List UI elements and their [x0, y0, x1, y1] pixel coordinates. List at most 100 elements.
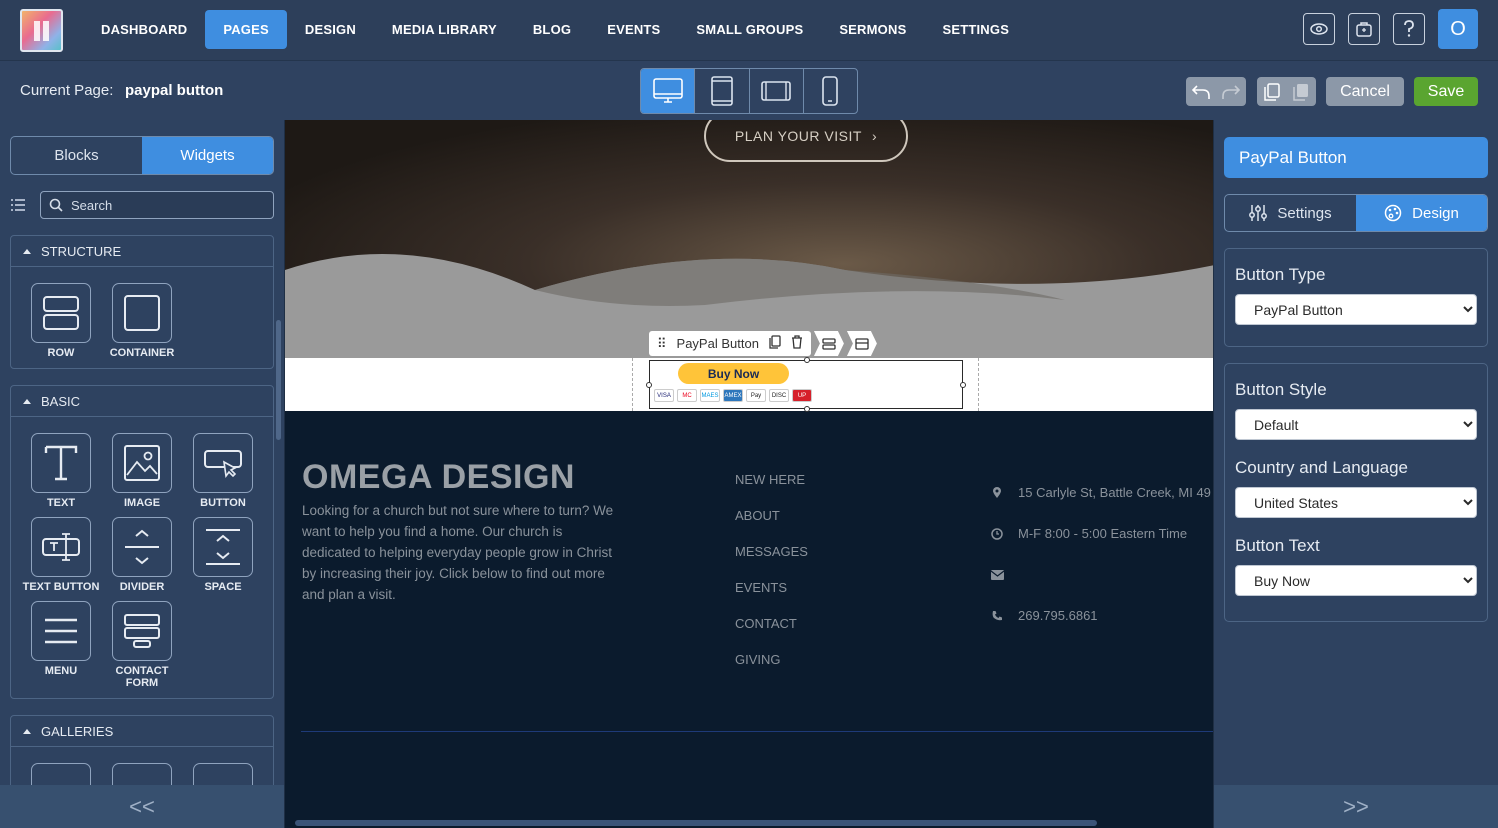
menu-icon	[31, 601, 91, 661]
widget-label: TEXT	[46, 497, 76, 509]
nav-blog[interactable]: BLOG	[515, 10, 589, 49]
parent-section-selector-icon[interactable]	[846, 331, 877, 356]
resize-handle-left[interactable]	[646, 382, 652, 388]
contact-hours: M-F 8:00 - 5:00 Eastern Time	[990, 513, 1211, 554]
nav-events[interactable]: EVENTS	[589, 10, 678, 49]
container-icon	[112, 283, 172, 343]
clock-icon	[990, 527, 1004, 540]
page-toolbar: Current Page: paypal button Cancel Save	[0, 60, 1498, 120]
widget-divider[interactable]: DIVIDER	[102, 517, 182, 593]
footer-link-giving[interactable]: GIVING	[735, 652, 808, 688]
unionpay-card-icon: UP	[792, 389, 812, 402]
nav-sermons[interactable]: SERMONS	[821, 10, 924, 49]
country-language-select[interactable]: United States	[1235, 487, 1477, 518]
marketplace-bag-icon[interactable]	[1348, 13, 1380, 45]
paypal-buy-now-button[interactable]: Buy Now	[678, 363, 789, 384]
tab-settings-label: Settings	[1277, 204, 1332, 222]
contact-form-icon	[112, 601, 172, 661]
footer-link-messages[interactable]: MESSAGES	[735, 544, 808, 580]
widget-container[interactable]: CONTAINER	[102, 283, 182, 359]
widget-text-button[interactable]: TEXT BUTTON	[21, 517, 101, 593]
paypal-widget[interactable]: Buy Now VISA MC MAES AMEX Pay DISC UP	[646, 357, 966, 412]
button-text-select[interactable]: Buy Now	[1235, 565, 1477, 596]
widget-row[interactable]: ROW	[21, 283, 101, 359]
widget-label: CONTACT FORM	[115, 665, 169, 689]
parent-row-selector-icon[interactable]	[813, 331, 844, 356]
widget-contact-form[interactable]: CONTACT FORM	[102, 601, 182, 689]
widget-button[interactable]: BUTTON	[183, 433, 263, 509]
paste-icon	[1293, 83, 1309, 101]
paste-button[interactable]	[1287, 77, 1317, 106]
mobile-view-button[interactable]	[804, 69, 857, 113]
tab-design-label: Design	[1412, 204, 1459, 222]
redo-button[interactable]	[1216, 77, 1246, 106]
footer-links: NEW HERE ABOUT MESSAGES EVENTS CONTACT G…	[735, 472, 808, 688]
canvas-horizontal-scrollbar[interactable]	[295, 820, 1097, 826]
app-logo[interactable]	[20, 9, 63, 52]
footer-link-new-here[interactable]: NEW HERE	[735, 472, 808, 508]
copy-button[interactable]	[1257, 77, 1287, 106]
footer-link-contact[interactable]: CONTACT	[735, 616, 808, 652]
apple-pay-icon: Pay	[746, 389, 766, 402]
plan-your-visit-button[interactable]: PLAN YOUR VISIT ›	[704, 120, 908, 162]
button-type-select[interactable]: PayPal Button	[1235, 294, 1477, 325]
resize-handle-bottom[interactable]	[804, 406, 810, 412]
divider-icon	[112, 517, 172, 577]
widget-menu[interactable]: MENU	[21, 601, 101, 677]
save-button[interactable]: Save	[1414, 77, 1478, 106]
drag-handle-icon[interactable]: ⠿	[657, 336, 667, 352]
resize-handle-right[interactable]	[960, 382, 966, 388]
desktop-view-button[interactable]	[641, 69, 696, 113]
widget-text[interactable]: TEXT	[21, 433, 101, 509]
page-canvas: PLAN YOUR VISIT › Buy Now VISA MC MAES A…	[284, 120, 1214, 828]
undo-button[interactable]	[1186, 77, 1216, 106]
section-title: BASIC	[41, 393, 81, 409]
delete-trash-icon[interactable]	[791, 335, 803, 352]
expand-right-panel-button[interactable]: >>	[1214, 785, 1498, 828]
undo-icon	[1191, 84, 1210, 99]
text-button-icon	[31, 517, 91, 577]
button-style-label: Button Style	[1235, 380, 1327, 399]
tablet-landscape-view-button[interactable]	[750, 69, 804, 113]
button-style-select[interactable]: Default	[1235, 409, 1477, 440]
tab-design[interactable]: Design	[1356, 195, 1487, 231]
widget-label: TEXT BUTTON	[22, 581, 100, 593]
nav-small-groups[interactable]: SMALL GROUPS	[678, 10, 821, 49]
collapse-left-panel-button[interactable]: <<	[0, 785, 284, 828]
hours-text: M-F 8:00 - 5:00 Eastern Time	[1018, 526, 1188, 541]
cancel-button[interactable]: Cancel	[1326, 77, 1404, 106]
help-question-icon[interactable]	[1393, 13, 1425, 45]
widget-image[interactable]: IMAGE	[102, 433, 182, 509]
properties-tabs: Settings Design	[1224, 194, 1488, 232]
nav-media-library[interactable]: MEDIA LIBRARY	[374, 10, 515, 49]
collapse-caret-icon	[23, 398, 31, 404]
nav-pages[interactable]: PAGES	[205, 10, 287, 49]
widget-sidebar: Blocks Widgets STRUCTURE ROW CONTAINER	[0, 120, 284, 828]
tablet-view-button[interactable]	[695, 69, 750, 113]
nav-design[interactable]: DESIGN	[287, 10, 374, 49]
properties-panel: PayPal Button Settings Design Button Typ…	[1214, 120, 1498, 828]
footer-link-events[interactable]: EVENTS	[735, 580, 808, 616]
tab-settings[interactable]: Settings	[1225, 195, 1356, 231]
section-galleries-header[interactable]: GALLERIES	[11, 716, 273, 747]
nav-dashboard[interactable]: DASHBOARD	[83, 10, 205, 49]
sidebar-scrollbar[interactable]	[276, 320, 281, 440]
search-input[interactable]	[71, 197, 261, 213]
section-structure-header[interactable]: STRUCTURE	[11, 236, 273, 267]
list-view-icon[interactable]	[10, 198, 26, 217]
user-avatar[interactable]: O	[1438, 9, 1478, 49]
preview-eye-icon[interactable]	[1303, 13, 1335, 45]
button-type-card: Button Type PayPal Button	[1224, 248, 1488, 347]
button-text-label: Button Text	[1235, 536, 1320, 555]
tab-widgets[interactable]: Widgets	[142, 137, 273, 174]
widget-space[interactable]: SPACE	[183, 517, 263, 593]
tab-blocks[interactable]: Blocks	[11, 137, 142, 174]
resize-handle-top[interactable]	[804, 357, 810, 363]
footer-link-about[interactable]: ABOUT	[735, 508, 808, 544]
duplicate-icon[interactable]	[769, 335, 781, 352]
widget-label: ROW	[47, 347, 75, 359]
space-icon	[193, 517, 253, 577]
section-basic-header[interactable]: BASIC	[11, 386, 273, 417]
widget-toolbar-label: PayPal Button	[676, 336, 759, 351]
nav-settings[interactable]: SETTINGS	[924, 10, 1027, 49]
